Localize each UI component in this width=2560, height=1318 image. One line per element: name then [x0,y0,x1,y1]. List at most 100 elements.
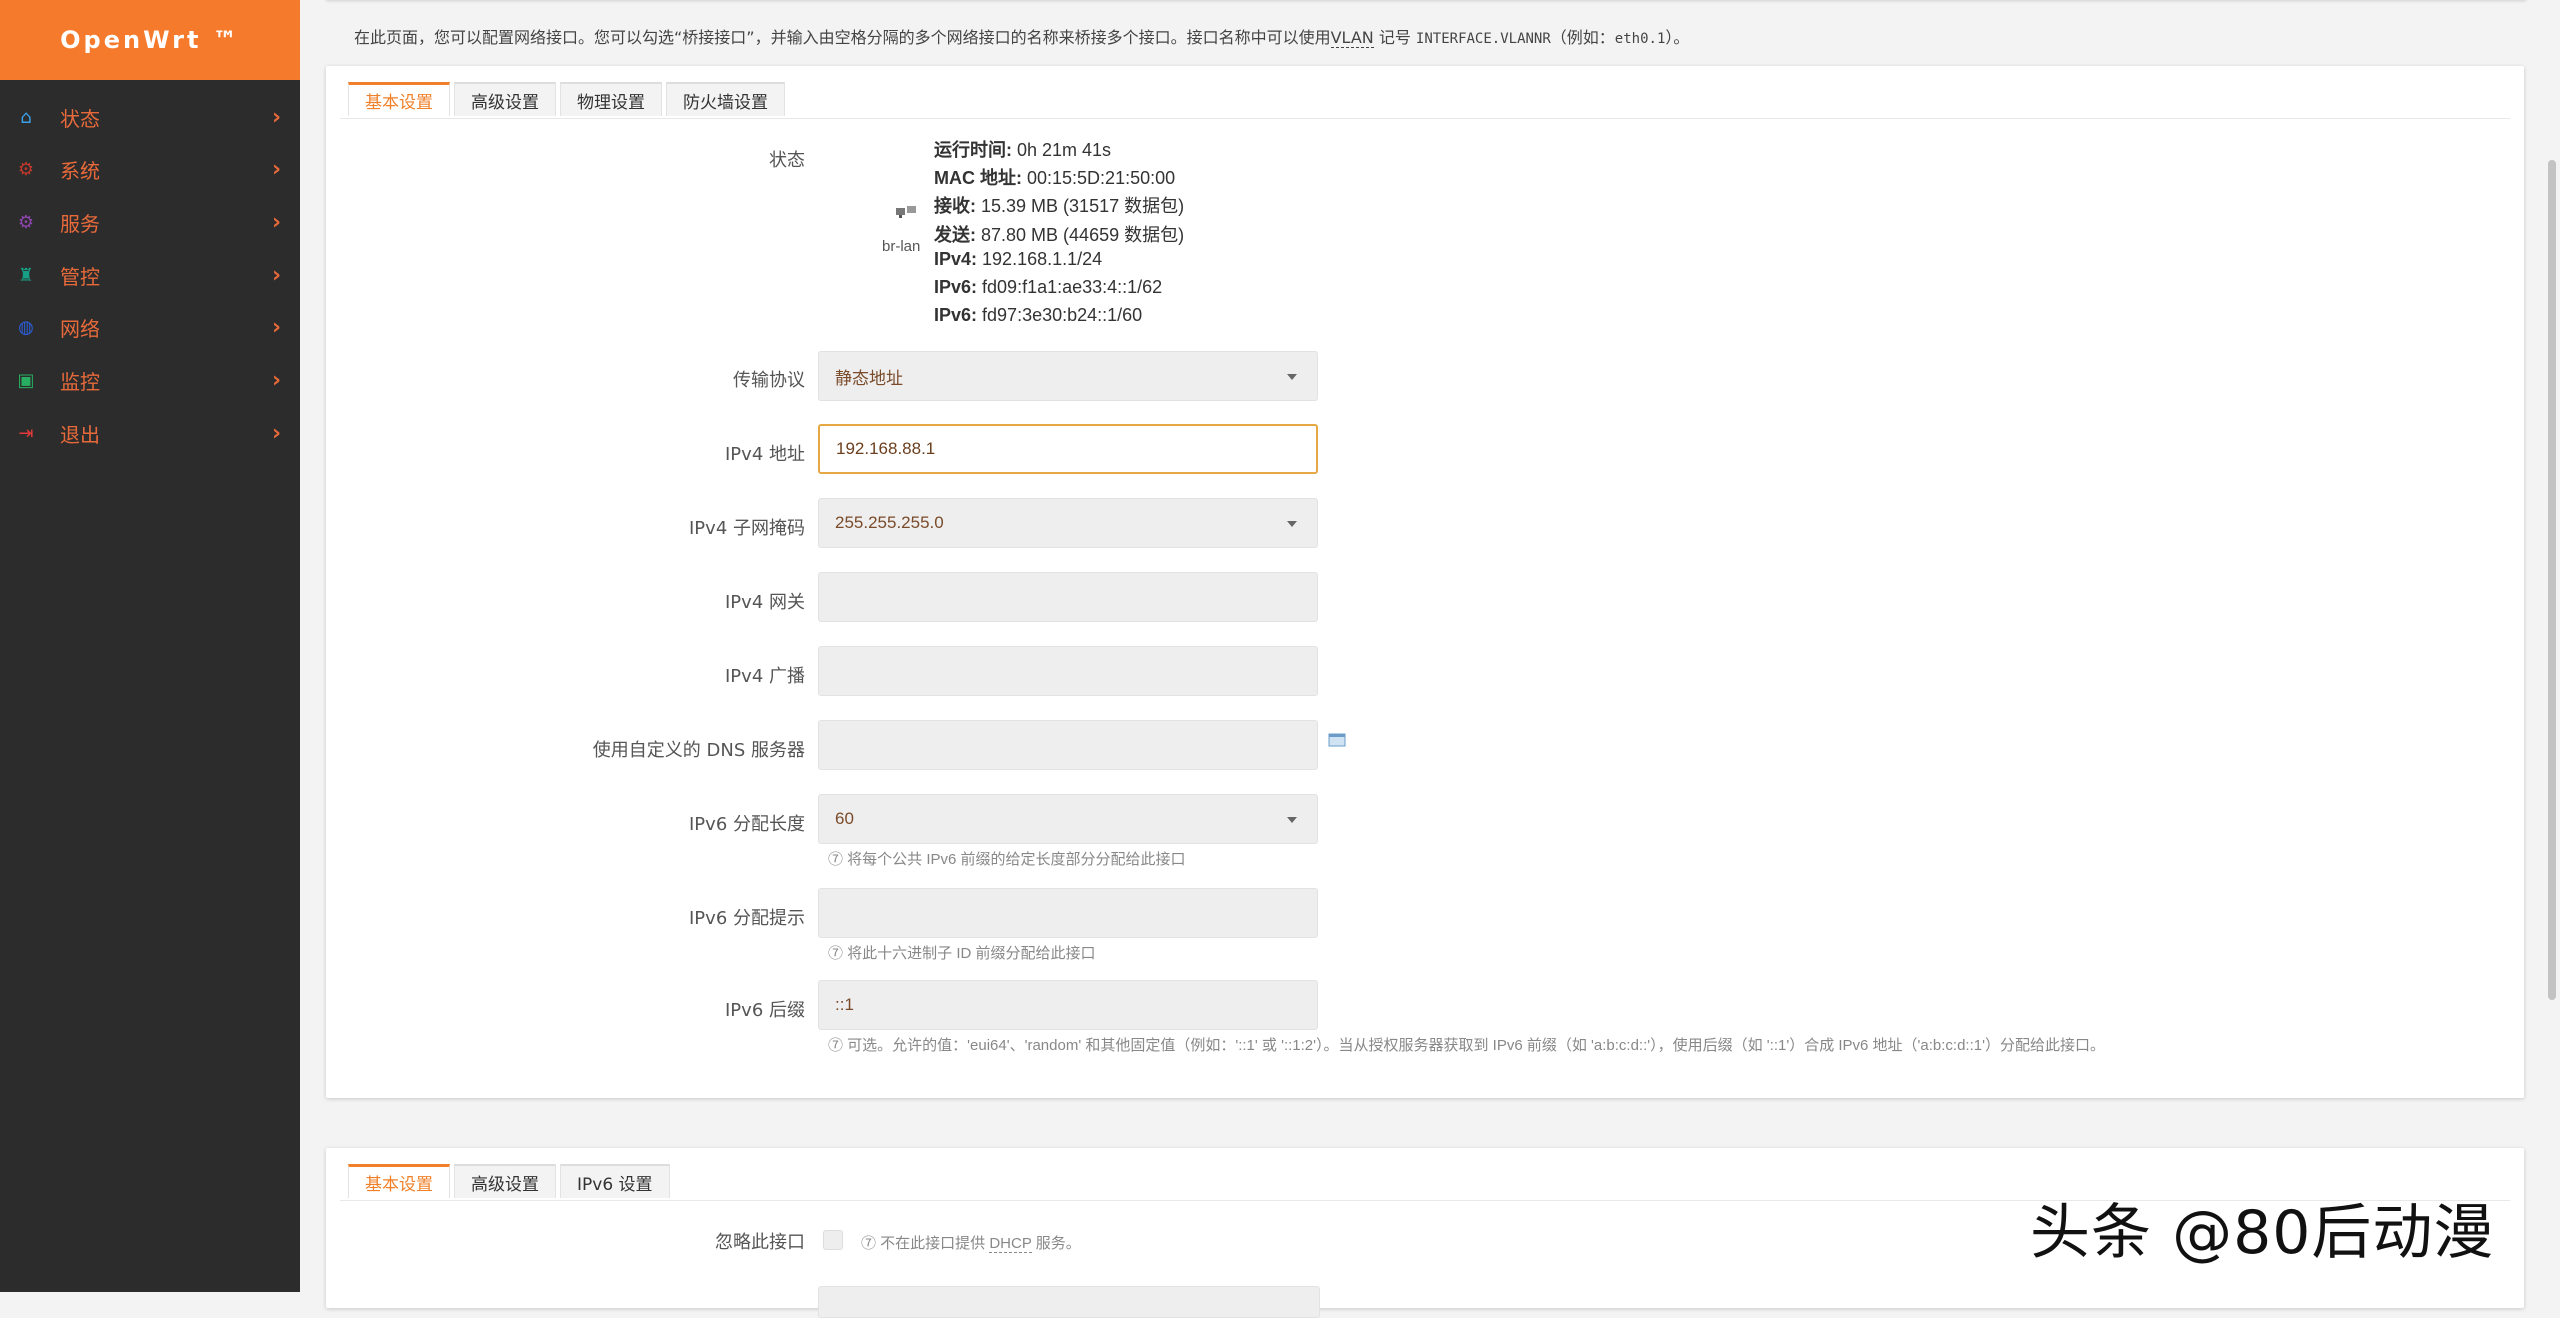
status-key: IPv6: [934,305,978,326]
ipv4-address-value: 192.168.88.1 [836,439,936,458]
status-key: 接收: [934,196,976,217]
ip6assign-select[interactable]: 60 [818,794,1318,844]
status-key: 运行时间: [934,140,1012,160]
tab-basic[interactable]: 基本设置 [348,82,450,116]
status-value: 00:15:5D:21:50:00 [1022,168,1176,189]
hint-text: ⑦ 不在此接口提供 [861,1235,990,1252]
chevron-right-icon: › [272,209,282,235]
ip6suffix-hint: ⑦ 可选。允许的值：'eui64'、'random' 和其他固定值（例如：'::… [828,1037,2105,1054]
netmask-label: IPv4 子网掩码 [689,518,805,539]
status-value: fd97:3e30:b24::1/60 [977,305,1143,326]
hint-text-after: 服务。 [1031,1235,1081,1252]
tab-divider [340,118,2510,119]
tab-physical[interactable]: 物理设置 [560,82,662,116]
chevron-down-icon [1287,521,1297,527]
netmask-select[interactable]: 255.255.255.0 [818,498,1318,548]
status-line: 运行时间: 0h 21m 41s [934,136,1111,162]
status-line: MAC 地址: 00:15:5D:21:50:00 [934,164,1175,190]
tab-dhcp-basic[interactable]: 基本设置 [348,1164,450,1198]
tab-firewall[interactable]: 防火墙设置 [666,82,785,116]
ip6assign-hint: ⑦ 将每个公共 IPv6 前缀的给定长度部分分配给此接口 [828,851,1186,868]
gear-icon: ⚙ [17,159,35,181]
interface-device-name: br-lan [882,238,921,255]
status-value: 0h 21m 41s [1012,140,1112,160]
dhcp-abbr: DHCP [989,1235,1032,1253]
ip6suffix-input[interactable]: ::1 [818,980,1318,1030]
sidebar-item-label: 服务 [60,211,100,236]
scrollbar[interactable] [2548,160,2556,1000]
tab-dhcp-advanced[interactable]: 高级设置 [454,1164,556,1198]
ip6hint-input[interactable] [818,888,1318,938]
sidebar-item-5[interactable]: ▣ 监控 › [0,361,300,401]
sidebar-item-3[interactable]: ♜ 管控 › [0,255,300,295]
status-label: 状态 [769,150,805,171]
sidebar-item-6[interactable]: ⇥ 退出 › [0,413,300,453]
status-line: 发送: 87.80 MB (44659 数据包) [934,221,1184,247]
monitor-icon: ▣ [17,370,35,391]
tab-advanced[interactable]: 高级设置 [454,82,556,116]
chevron-right-icon: › [272,262,282,288]
sidebar-item-label: 监控 [60,370,100,394]
protocol-select[interactable]: 静态地址 [818,351,1318,401]
chevron-right-icon: › [272,104,282,130]
netmask-value: 255.255.255.0 [835,513,944,532]
ip6assign-value: 60 [835,809,854,828]
sidebar-item-4[interactable]: ◍ 网络 › [0,308,300,348]
ip6suffix-value: ::1 [835,995,854,1014]
status-value: 15.39 MB (31517 数据包) [976,196,1185,217]
add-dns-icon[interactable] [1328,732,1346,748]
dns-label: 使用自定义的 DNS 服务器 [592,740,805,761]
home-icon: ⌂ [20,106,32,128]
gateway-label: IPv4 网关 [725,592,805,613]
network-globe-icon: ◍ [18,317,34,339]
sidebar-item-label: 退出 [60,422,100,447]
dns-input[interactable] [818,720,1318,770]
status-line: IPv6: fd09:f1a1:ae33:4::1/62 [934,277,1162,298]
desc-text-after: （例如： [1550,28,1615,47]
sidebar: OpenWrt ™ ⌂ 状态 › ⚙ 系统 › ⚙ 服务 › ♜ 管控 › ◍ 网络 › ▣ 监控 › ⇥ 退出 › [0,0,300,1292]
page-description: 在此页面，您可以配置网络接口。您可以勾选“桥接接口”，并输入由空格分隔的多个网络… [354,24,1689,48]
sidebar-item-label: 网络 [60,317,100,342]
broadcast-input[interactable] [818,646,1318,696]
vlan-abbr: VLAN [1330,28,1374,48]
sidebar-item-0[interactable]: ⌂ 状态 › [0,97,300,137]
ip6hint-hint: ⑦ 将此十六进制子 ID 前缀分配给此接口 [828,945,1096,962]
ip6hint-label: IPv6 分配提示 [689,908,805,929]
chevron-down-icon [1287,374,1297,380]
status-value: 192.168.1.1/24 [977,248,1103,269]
status-key: MAC 地址: [934,168,1022,189]
logout-icon: ⇥ [18,422,34,444]
sidebar-item-2[interactable]: ⚙ 服务 › [0,202,300,242]
sidebar-item-1[interactable]: ⚙ 系统 › [0,150,300,190]
ignore-interface-checkbox[interactable] [823,1230,843,1250]
dhcp-tabs: 基本设置 高级设置 IPv6 设置 [348,1164,674,1200]
settings-tabs: 基本设置 高级设置 物理设置 防火墙设置 [348,82,789,118]
ip6assign-label: IPv6 分配长度 [689,814,805,835]
ipv4-address-input[interactable]: 192.168.88.1 [818,424,1318,474]
tab-dhcp-ipv6[interactable]: IPv6 设置 [560,1164,670,1198]
ip6suffix-label: IPv6 后缀 [725,1000,805,1021]
ignore-interface-hint: ⑦ 不在此接口提供 DHCP 服务。 [861,1232,1081,1253]
status-key: IPv6: [934,277,978,297]
desc-text: 在此页面，您可以配置网络接口。您可以勾选“桥接接口”，并输入由空格分隔的多个网络… [354,28,1331,47]
desc-example: eth0.1 [1614,31,1666,47]
protocol-value: 静态地址 [835,368,903,388]
chevron-down-icon [1287,817,1297,823]
next-field-input[interactable] [818,1286,1320,1318]
chevron-right-icon: › [272,368,282,393]
services-gear-icon: ⚙ [17,211,35,233]
desc-code: INTERFACE.VLANNR [1415,31,1551,47]
desc-text-mid: 记号 [1373,28,1416,47]
status-value: 87.80 MB (44659 数据包) [976,224,1185,245]
watermark: 头条 @80后动漫 [2030,1198,2495,1268]
ignore-interface-label: 忽略此接口 [715,1232,805,1253]
interface-settings-card: 基本设置 高级设置 物理设置 防火墙设置 状态 br-lan 运行时间: 0h … [326,66,2524,1098]
status-line: IPv4: 192.168.1.1/24 [934,249,1102,270]
gateway-input[interactable] [818,572,1318,622]
status-value: fd09:f1a1:ae33:4::1/62 [977,277,1163,297]
ipv4-address-label: IPv4 地址 [725,444,805,465]
brand-logo[interactable]: OpenWrt ™ [0,0,300,80]
network-port-icon [892,202,920,222]
sidebar-item-label: 系统 [60,159,100,184]
sidebar-item-label: 管控 [60,264,100,289]
